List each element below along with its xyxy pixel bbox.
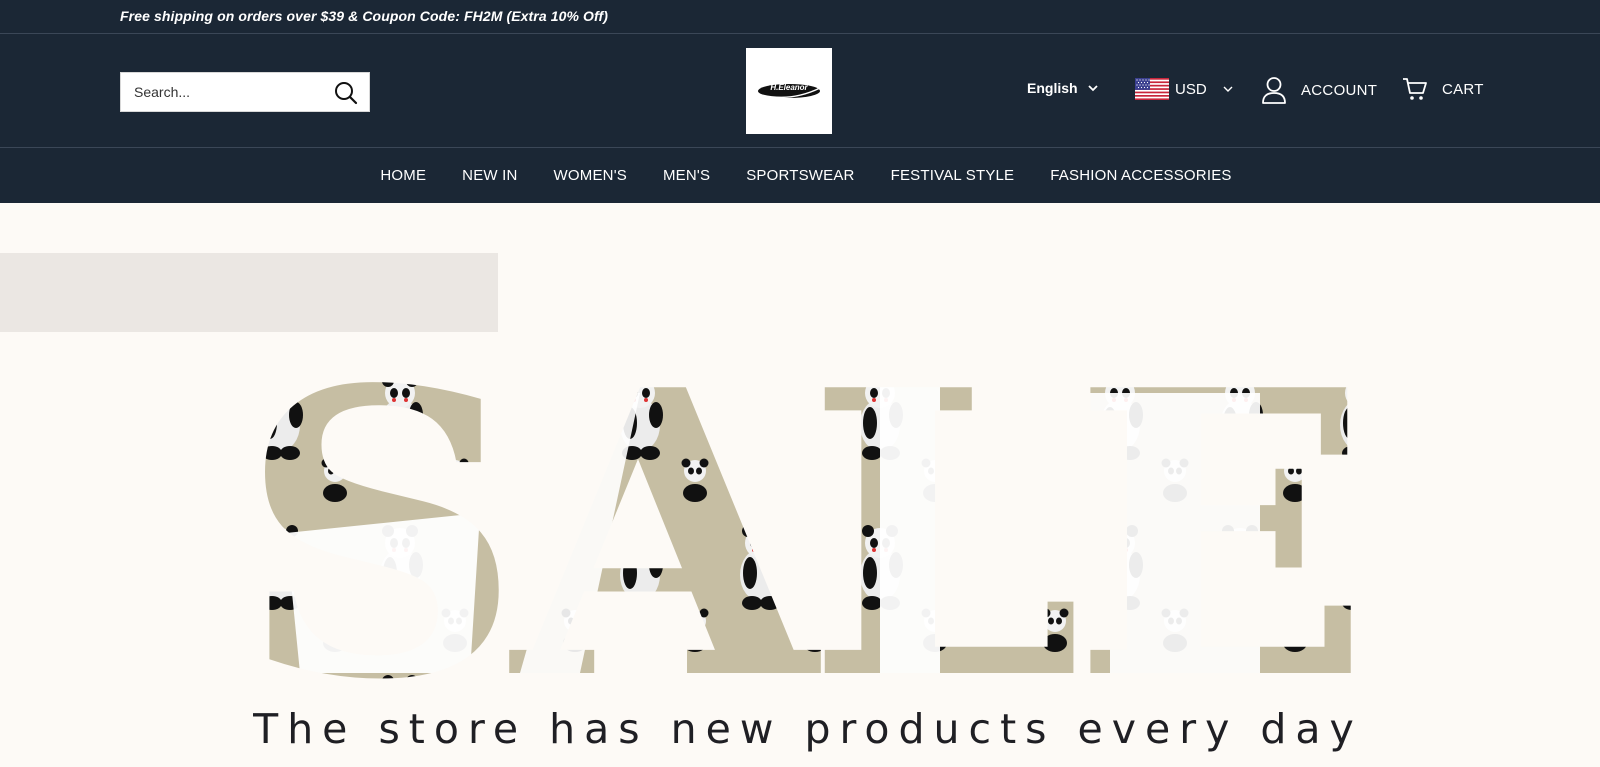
search-box (120, 72, 370, 112)
site-header: H.Eleanor English (0, 34, 1600, 148)
search-input[interactable] (121, 73, 321, 111)
cart-link[interactable]: CART (1402, 76, 1484, 102)
nav-item-womens[interactable]: WOMEN'S (554, 167, 627, 184)
account-label: ACCOUNT (1301, 81, 1378, 99)
logo-link[interactable]: H.Eleanor (746, 48, 832, 134)
announcement-bar: Free shipping on orders over $39 & Coupo… (0, 0, 1600, 34)
nav-item-mens[interactable]: MEN'S (663, 167, 710, 184)
account-link[interactable]: ACCOUNT (1261, 76, 1377, 104)
chevron-down-icon (1223, 86, 1233, 92)
nav-item-festival-style[interactable]: FESTIVAL STYLE (891, 167, 1015, 184)
nav-item-sportswear[interactable]: SPORTSWEAR (746, 167, 854, 184)
hero-banner[interactable]: SALE The store has new products every da… (0, 203, 1600, 767)
nav-item-fashion-accessories[interactable]: FASHION ACCESSORIES (1050, 167, 1231, 184)
search-icon (335, 82, 358, 105)
language-label: English (1027, 80, 1078, 96)
nav-list: HOME NEW IN WOMEN'S MEN'S SPORTSWEAR FES… (0, 148, 1600, 203)
hero-sale-art: SALE (239, 306, 1361, 703)
search-button[interactable] (333, 80, 359, 106)
hero-tagline: The store has new products every day (253, 705, 1363, 753)
nav-item-new-in[interactable]: NEW IN (462, 167, 517, 184)
announcement-text: Free shipping on orders over $39 & Coupo… (120, 8, 609, 24)
main-nav: HOME NEW IN WOMEN'S MEN'S SPORTSWEAR FES… (0, 148, 1600, 203)
user-icon (1262, 77, 1286, 104)
cart-label: CART (1442, 80, 1484, 98)
nav-item-home[interactable]: HOME (380, 167, 426, 184)
language-selector[interactable]: English (1027, 80, 1098, 96)
cart-icon (1403, 78, 1427, 100)
logo-text: H.Eleanor (770, 83, 808, 92)
us-flag-icon (1135, 78, 1169, 100)
currency-label: USD (1175, 80, 1207, 98)
chevron-down-icon (1087, 84, 1098, 91)
currency-selector[interactable]: USD (1135, 78, 1233, 100)
